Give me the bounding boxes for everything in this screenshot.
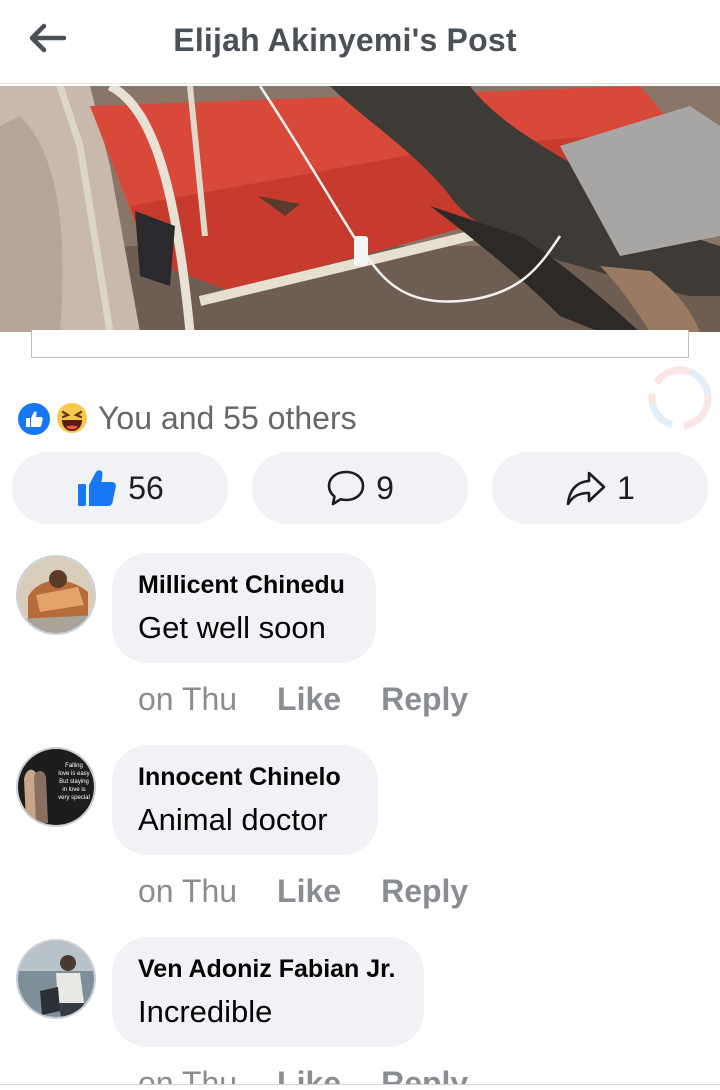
comment-text: Animal doctor (138, 802, 328, 837)
avatar-caption: love is easy (58, 771, 89, 777)
like-reaction-icon (16, 401, 52, 437)
comment-item: Millicent Chinedu Get well soon on Thu L… (0, 553, 720, 745)
avatar[interactable] (16, 555, 96, 635)
share-icon (566, 471, 606, 506)
avatar-caption: But staying (59, 779, 89, 785)
comment-item: Falling love is easy But staying in love… (0, 745, 720, 937)
reaction-icons (16, 398, 96, 438)
share-button[interactable]: 1 (492, 452, 708, 524)
comment-text: Get well soon (138, 610, 326, 645)
reactions-summary[interactable]: You and 55 others (16, 396, 357, 440)
share-count: 1 (617, 469, 635, 506)
comment-button[interactable]: 9 (252, 452, 468, 524)
comment-count: 9 (376, 469, 394, 506)
comment-author[interactable]: Millicent Chinedu (138, 571, 350, 600)
post-photo[interactable] (0, 86, 720, 332)
avatar-caption: Falling (65, 763, 83, 769)
photo-frame (31, 330, 689, 358)
comment-bubble[interactable]: Millicent Chinedu Get well soon (112, 553, 376, 663)
comment-reply-button[interactable]: Reply (381, 873, 468, 910)
comment-time: on Thu (138, 873, 238, 909)
comment-text: Incredible (138, 994, 273, 1029)
comment-author[interactable]: Ven Adoniz Fabian Jr. (138, 955, 398, 984)
comment-icon (327, 470, 365, 506)
thumbs-up-icon (78, 470, 117, 506)
comment-meta: on Thu Like Reply (138, 681, 468, 718)
comment-time: on Thu (138, 681, 238, 717)
avatar-caption: very special (58, 795, 90, 801)
avatar-caption: in love is (62, 787, 85, 793)
post-photo-image (0, 86, 720, 332)
comment-reply-button[interactable]: Reply (381, 681, 468, 718)
comment-meta: on Thu Like Reply (138, 873, 468, 910)
comment-bubble[interactable]: Innocent Chinelo Animal doctor (112, 745, 378, 855)
comment-like-button[interactable]: Like (277, 873, 341, 910)
top-bar: Elijah Akinyemi's Post (0, 0, 720, 84)
bottom-edge (0, 1084, 720, 1090)
comment-item: Ven Adoniz Fabian Jr. Incredible on Thu … (0, 937, 720, 1090)
like-count: 56 (128, 469, 164, 506)
haha-reaction-icon (54, 400, 90, 436)
loading-spinner-icon (644, 362, 716, 434)
avatar[interactable]: Falling love is easy But staying in love… (16, 747, 96, 827)
post-actions: 56 9 1 (12, 452, 708, 524)
reactions-text: You and 55 others (98, 399, 357, 436)
avatar[interactable] (16, 939, 96, 1019)
comment-bubble[interactable]: Ven Adoniz Fabian Jr. Incredible (112, 937, 424, 1047)
comment-author[interactable]: Innocent Chinelo (138, 763, 352, 792)
like-button[interactable]: 56 (12, 452, 228, 524)
page-title: Elijah Akinyemi's Post (173, 22, 517, 58)
comment-like-button[interactable]: Like (277, 681, 341, 718)
